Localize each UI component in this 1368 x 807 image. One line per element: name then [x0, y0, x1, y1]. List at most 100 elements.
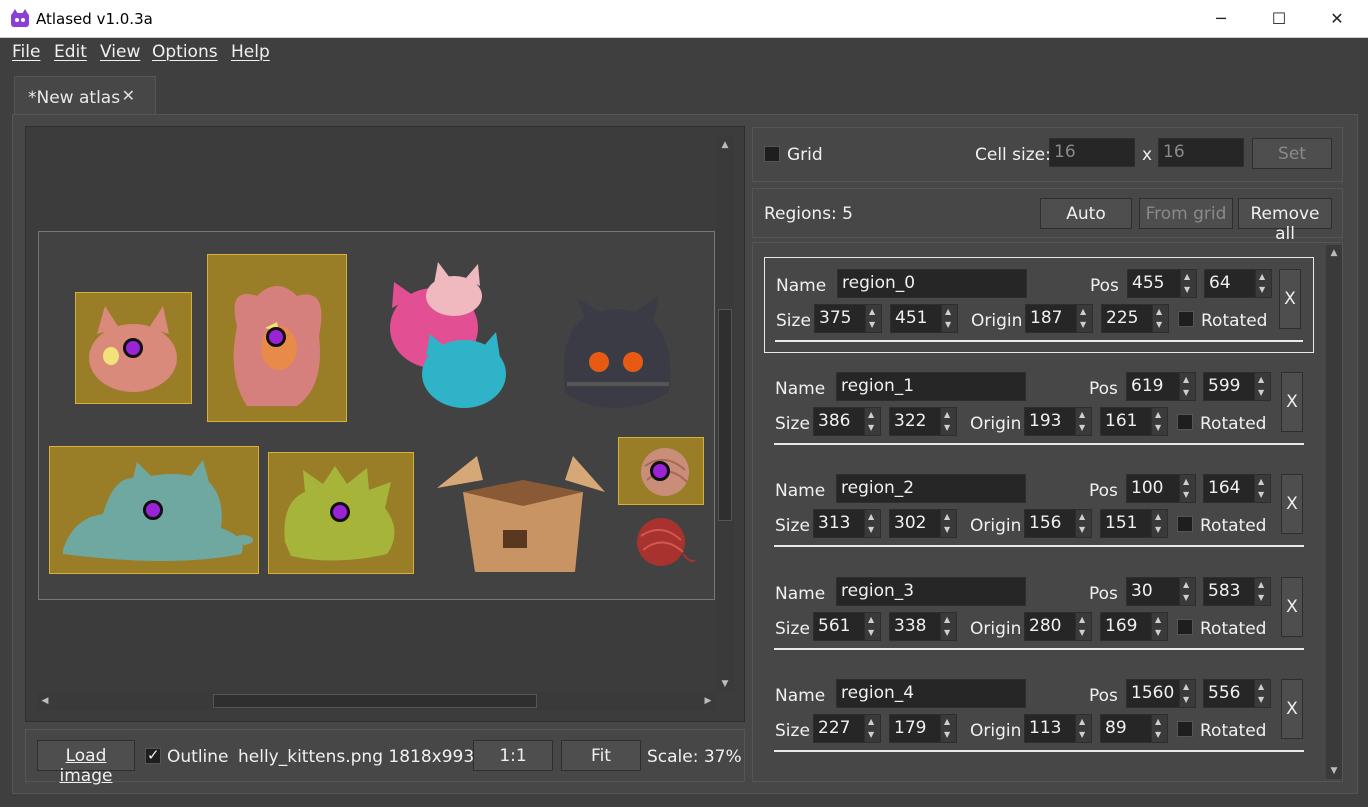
origin-y-spinbox[interactable]: 161 ▲ ▼: [1100, 407, 1168, 436]
size-h-spinbox[interactable]: 302 ▲ ▼: [889, 509, 957, 538]
remove-region-button[interactable]: X: [1281, 474, 1303, 534]
scroll-thumb[interactable]: [213, 694, 537, 708]
size-w-spinbox[interactable]: 375 ▲ ▼: [814, 304, 882, 333]
spinbox-arrows-icon[interactable]: ▲ ▼: [1254, 373, 1270, 400]
scroll-down-icon[interactable]: ▼: [716, 679, 734, 689]
region-name-input[interactable]: region_3: [836, 577, 1026, 606]
spinbox-arrows-icon[interactable]: ▲ ▼: [1254, 578, 1270, 605]
rotated-checkbox[interactable]: [1177, 414, 1193, 430]
auto-button[interactable]: Auto: [1040, 198, 1132, 229]
spinbox-arrows-icon[interactable]: ▲ ▼: [1075, 613, 1091, 640]
spinbox-arrows-icon[interactable]: ▲ ▼: [940, 715, 956, 742]
scroll-right-icon[interactable]: ▶: [702, 696, 714, 706]
spinbox-arrows-icon[interactable]: ▲ ▼: [1151, 715, 1167, 742]
pos-x-spinbox[interactable]: 455 ▲ ▼: [1127, 269, 1197, 298]
region-name-input[interactable]: region_4: [836, 679, 1026, 708]
maximize-button[interactable]: ☐: [1250, 0, 1308, 38]
spinbox-arrows-icon[interactable]: ▲ ▼: [1151, 408, 1167, 435]
size-w-spinbox[interactable]: 227 ▲ ▼: [813, 714, 881, 743]
spinbox-arrows-icon[interactable]: ▲ ▼: [1075, 510, 1091, 537]
pos-y-spinbox[interactable]: 599 ▲ ▼: [1203, 372, 1271, 401]
minimize-button[interactable]: ─: [1192, 0, 1250, 38]
close-window-button[interactable]: ✕: [1308, 0, 1366, 38]
origin-x-spinbox[interactable]: 156 ▲ ▼: [1024, 509, 1092, 538]
region-card[interactable]: Name region_1 Pos 619 ▲ ▼ 599 ▲ ▼ X Size 386…: [764, 361, 1314, 457]
scroll-up-icon[interactable]: ▲: [716, 140, 734, 150]
pos-y-spinbox[interactable]: 556 ▲ ▼: [1203, 679, 1271, 708]
fit-button[interactable]: Fit: [561, 740, 641, 771]
origin-marker[interactable]: [650, 461, 670, 481]
size-w-spinbox[interactable]: 386 ▲ ▼: [813, 407, 881, 436]
remove-region-button[interactable]: X: [1281, 679, 1303, 739]
origin-marker[interactable]: [143, 500, 163, 520]
spinbox-arrows-icon[interactable]: ▲ ▼: [865, 305, 881, 332]
size-w-spinbox[interactable]: 561 ▲ ▼: [813, 612, 881, 641]
origin-marker[interactable]: [123, 338, 143, 358]
spinbox-arrows-icon[interactable]: ▲ ▼: [1255, 270, 1271, 297]
region-card[interactable]: Name region_4 Pos 1560 ▲ ▼ 556 ▲ ▼ X Size 22…: [764, 668, 1314, 764]
spinbox-arrows-icon[interactable]: ▲ ▼: [1179, 680, 1195, 707]
spinbox-arrows-icon[interactable]: ▲ ▼: [1254, 680, 1270, 707]
spinbox-arrows-icon[interactable]: ▲ ▼: [940, 510, 956, 537]
rotated-checkbox[interactable]: [1177, 619, 1193, 635]
region-card[interactable]: Name region_2 Pos 100 ▲ ▼ 164 ▲ ▼ X Size 313…: [764, 463, 1314, 559]
spinbox-arrows-icon[interactable]: ▲ ▼: [1180, 270, 1196, 297]
set-grid-button[interactable]: Set: [1252, 138, 1332, 169]
spinbox-arrows-icon[interactable]: ▲ ▼: [1179, 373, 1195, 400]
spinbox-arrows-icon[interactable]: ▲ ▼: [1151, 613, 1167, 640]
pos-x-spinbox[interactable]: 619 ▲ ▼: [1126, 372, 1196, 401]
spinbox-arrows-icon[interactable]: ▲ ▼: [940, 613, 956, 640]
menu-options[interactable]: Options: [152, 42, 218, 62]
zoom-1-1-button[interactable]: 1:1: [473, 740, 553, 771]
canvas-horizontal-scrollbar[interactable]: ◀ ▶: [37, 692, 716, 710]
spinbox-arrows-icon[interactable]: ▲ ▼: [864, 408, 880, 435]
scroll-up-icon[interactable]: ▲: [1326, 248, 1342, 258]
cell-height-input[interactable]: 16: [1158, 138, 1244, 167]
region-list[interactable]: Name region_0 Pos 455 ▲ ▼ 64 ▲ ▼ X Size 375 ▲…: [752, 242, 1343, 782]
size-h-spinbox[interactable]: 322 ▲ ▼: [889, 407, 957, 436]
origin-y-spinbox[interactable]: 169 ▲ ▼: [1100, 612, 1168, 641]
rotated-checkbox[interactable]: [1177, 516, 1193, 532]
tab-new-atlas[interactable]: *New atlas ✕: [14, 76, 156, 115]
grid-checkbox[interactable]: [764, 146, 780, 162]
spinbox-arrows-icon[interactable]: ▲ ▼: [1075, 715, 1091, 742]
pos-y-spinbox[interactable]: 64 ▲ ▼: [1204, 269, 1272, 298]
from-grid-button[interactable]: From grid: [1139, 198, 1233, 229]
origin-marker[interactable]: [266, 327, 286, 347]
menu-edit[interactable]: Edit: [54, 42, 87, 62]
origin-y-spinbox[interactable]: 151 ▲ ▼: [1100, 509, 1168, 538]
spinbox-arrows-icon[interactable]: ▲ ▼: [1076, 305, 1092, 332]
rotated-checkbox[interactable]: [1177, 721, 1193, 737]
scroll-down-icon[interactable]: ▼: [1326, 766, 1342, 776]
load-image-button[interactable]: Load image: [37, 740, 135, 786]
spinbox-arrows-icon[interactable]: ▲ ▼: [1179, 475, 1195, 502]
scroll-left-icon[interactable]: ◀: [39, 696, 51, 706]
spinbox-arrows-icon[interactable]: ▲ ▼: [1152, 305, 1168, 332]
spinbox-arrows-icon[interactable]: ▲ ▼: [940, 408, 956, 435]
pos-x-spinbox[interactable]: 30 ▲ ▼: [1126, 577, 1196, 606]
region-card[interactable]: Name region_0 Pos 455 ▲ ▼ 64 ▲ ▼ X Size 375 ▲…: [764, 257, 1314, 353]
canvas-vertical-scrollbar[interactable]: ▲ ▼: [716, 137, 734, 692]
spinbox-arrows-icon[interactable]: ▲ ▼: [1254, 475, 1270, 502]
size-h-spinbox[interactable]: 179 ▲ ▼: [889, 714, 957, 743]
remove-region-button[interactable]: X: [1281, 372, 1303, 432]
spinbox-arrows-icon[interactable]: ▲ ▼: [1075, 408, 1091, 435]
origin-marker[interactable]: [330, 502, 350, 522]
pos-y-spinbox[interactable]: 164 ▲ ▼: [1203, 474, 1271, 503]
rotated-checkbox[interactable]: [1178, 311, 1194, 327]
region-name-input[interactable]: region_0: [837, 269, 1027, 298]
pos-x-spinbox[interactable]: 100 ▲ ▼: [1126, 474, 1196, 503]
spinbox-arrows-icon[interactable]: ▲ ▼: [864, 715, 880, 742]
remove-region-button[interactable]: X: [1279, 269, 1301, 329]
tab-close-icon[interactable]: ✕: [122, 86, 135, 105]
region-card[interactable]: Name region_3 Pos 30 ▲ ▼ 583 ▲ ▼ X Size 561 ▲…: [764, 566, 1314, 662]
spinbox-arrows-icon[interactable]: ▲ ▼: [864, 613, 880, 640]
spinbox-arrows-icon[interactable]: ▲ ▼: [1151, 510, 1167, 537]
origin-x-spinbox[interactable]: 187 ▲ ▼: [1025, 304, 1093, 333]
size-h-spinbox[interactable]: 451 ▲ ▼: [890, 304, 958, 333]
region-name-input[interactable]: region_2: [836, 474, 1026, 503]
scroll-thumb[interactable]: [718, 309, 732, 521]
menu-file[interactable]: File: [12, 42, 40, 62]
origin-x-spinbox[interactable]: 193 ▲ ▼: [1024, 407, 1092, 436]
atlas-image[interactable]: [38, 231, 715, 600]
